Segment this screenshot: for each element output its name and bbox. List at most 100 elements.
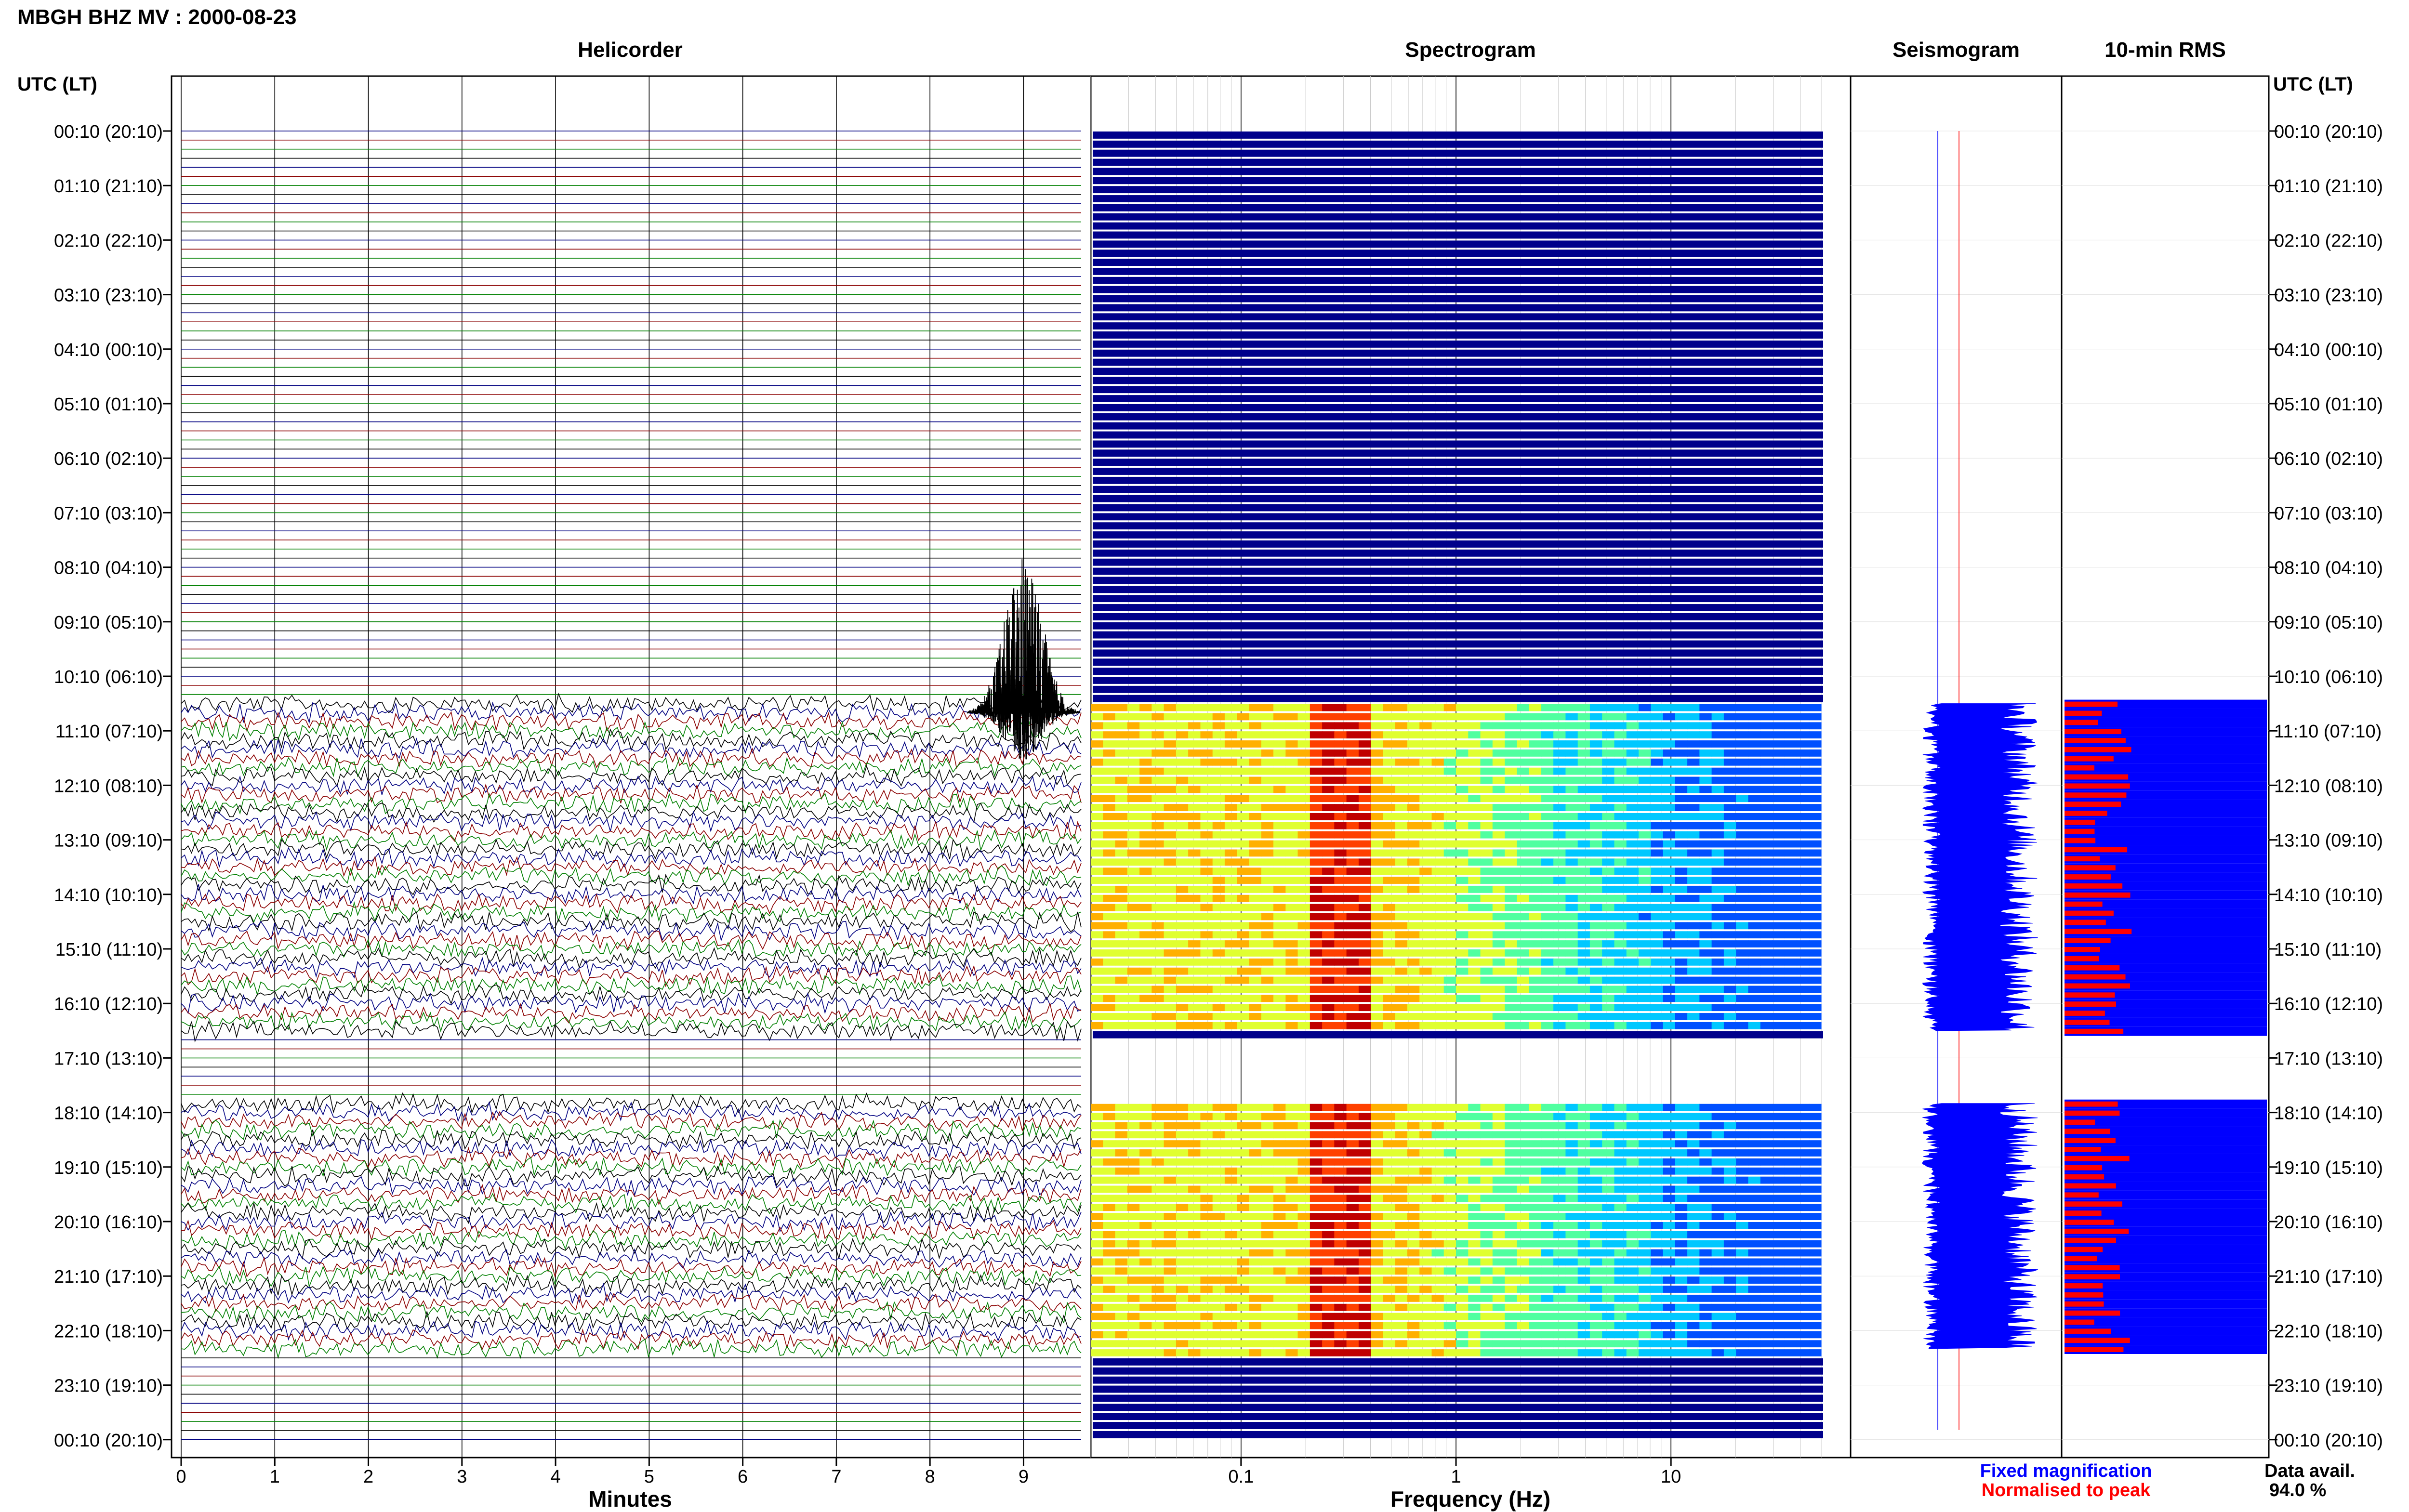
spectrogram-cell	[1711, 749, 1724, 757]
spectrogram-empty-row	[1093, 250, 1823, 257]
spectrogram-cell	[1626, 1022, 1639, 1029]
spectrogram-cell	[1419, 840, 1432, 848]
spectrogram-cell	[1273, 1331, 1286, 1339]
spectrogram-cell	[1809, 1204, 1822, 1211]
spectrogram-cell	[1577, 731, 1590, 739]
spectrogram-cell	[1115, 1213, 1128, 1220]
spectrogram-cell	[1785, 949, 1798, 957]
spectrogram-cell	[1711, 1185, 1724, 1193]
spectrogram-empty-row	[1093, 549, 1823, 557]
spectrogram-cell	[1760, 904, 1773, 911]
spectrogram-cell	[1152, 986, 1165, 993]
spectrogram-cell	[1541, 1340, 1554, 1348]
rms-normalised-bar	[2065, 910, 2114, 916]
spectrogram-cell	[1602, 1104, 1615, 1111]
spectrogram-cell	[1663, 795, 1676, 802]
spectrogram-cell	[1505, 958, 1517, 966]
spectrogram-cell	[1273, 1222, 1286, 1229]
spectrogram-cell	[1200, 1349, 1213, 1356]
spectrogram-cell	[1152, 849, 1165, 857]
left-time-tick: 05:10 (01:10)	[54, 394, 163, 415]
spectrogram-cell	[1626, 1231, 1639, 1238]
spectrogram-cell	[1456, 749, 1469, 757]
spectrogram-cell	[1577, 1131, 1590, 1139]
spectrogram-cell	[1505, 1131, 1517, 1139]
spectrogram-cell	[1091, 713, 1103, 721]
spectrogram-cell	[1553, 740, 1566, 748]
spectrogram-cell	[1273, 1140, 1286, 1148]
spectrogram-cell	[1407, 713, 1420, 721]
spectrogram-cell	[1334, 840, 1347, 848]
spectrogram-cell	[1334, 1013, 1347, 1020]
spectrogram-cell	[1200, 722, 1213, 730]
spectrogram-cell	[1443, 713, 1456, 721]
spectrogram-cell	[1212, 868, 1225, 875]
spectrogram-cell	[1602, 1258, 1615, 1266]
spectrogram-cell	[1139, 740, 1152, 748]
spectrogram-cell	[1127, 1131, 1140, 1139]
spectrogram-cell	[1273, 758, 1286, 766]
spectrogram-cell	[1164, 1349, 1177, 1356]
spectrogram-cell	[1456, 894, 1469, 902]
spectrogram-cell	[1675, 1240, 1688, 1248]
spectrogram-cell	[1443, 868, 1456, 875]
spectrogram-cell	[1224, 1222, 1237, 1229]
spectrogram-cell	[1505, 868, 1517, 875]
spectrogram-cell	[1651, 776, 1664, 784]
spectrogram-cell	[1577, 1331, 1590, 1339]
spectrogram-cell	[1456, 813, 1469, 820]
spectrogram-cell	[1139, 986, 1152, 993]
spectrogram-cell	[1626, 1331, 1639, 1339]
spectrogram-cell	[1164, 1240, 1177, 1248]
spectrogram-cell	[1334, 1222, 1347, 1229]
spectrogram-cell	[1602, 1340, 1615, 1348]
spectrogram-cell	[1529, 1258, 1542, 1266]
spectrogram-cell	[1626, 949, 1639, 957]
spectrogram-cell	[1785, 840, 1798, 848]
spectrogram-cell	[1565, 1204, 1578, 1211]
spectrogram-cell	[1492, 804, 1505, 811]
spectrogram-cell	[1395, 749, 1408, 757]
spectrogram-cell	[1346, 1122, 1359, 1130]
spectrogram-cell	[1188, 1204, 1201, 1211]
spectrogram-cell	[1711, 1240, 1724, 1248]
spectrogram-cell	[1139, 1231, 1152, 1238]
spectrogram-cell	[1224, 894, 1237, 902]
spectrogram-cell	[1346, 1340, 1359, 1348]
spectrogram-cell	[1407, 1303, 1420, 1311]
spectrogram-cell	[1419, 868, 1432, 875]
spectrogram-cell	[1322, 1222, 1335, 1229]
spectrogram-cell	[1456, 922, 1469, 930]
spectrogram-cell	[1809, 1022, 1822, 1029]
spectrogram-cell	[1419, 1240, 1432, 1248]
spectrogram-cell	[1602, 840, 1615, 848]
spectrogram-cell	[1577, 958, 1590, 966]
spectrogram-cell	[1395, 1303, 1408, 1311]
spectrogram-cell	[1297, 949, 1310, 957]
spectrogram-cell	[1176, 704, 1189, 711]
spectrogram-cell	[1346, 713, 1359, 721]
spectrogram-cell	[1517, 976, 1530, 984]
spectrogram-cell	[1772, 1167, 1785, 1175]
spectrogram-cell	[1565, 894, 1578, 902]
spectrogram-cell	[1383, 758, 1396, 766]
spectrogram-cell	[1358, 995, 1371, 1002]
spectrogram-cell	[1723, 1013, 1736, 1020]
spectrogram-cell	[1237, 1240, 1250, 1248]
spectrogram-cell	[1492, 949, 1505, 957]
spectrogram-cell	[1200, 1267, 1213, 1275]
spectrogram-cell	[1346, 1331, 1359, 1339]
spectrogram-cell	[1127, 786, 1140, 793]
spectrogram-cell	[1589, 1322, 1602, 1329]
spectrogram-cell	[1310, 894, 1323, 902]
spectrogram-cell	[1346, 1185, 1359, 1193]
spectrogram-cell	[1602, 804, 1615, 811]
spectrogram-cell	[1639, 949, 1651, 957]
spectrogram-cell	[1687, 795, 1700, 802]
spectrogram-cell	[1589, 1122, 1602, 1130]
spectrogram-cell	[1261, 1113, 1274, 1120]
spectrogram-cell	[1772, 931, 1785, 939]
spectrogram-cell	[1152, 758, 1165, 766]
helicorder-x-tick-label: 0	[176, 1467, 186, 1487]
spectrogram-cell	[1139, 1303, 1152, 1311]
